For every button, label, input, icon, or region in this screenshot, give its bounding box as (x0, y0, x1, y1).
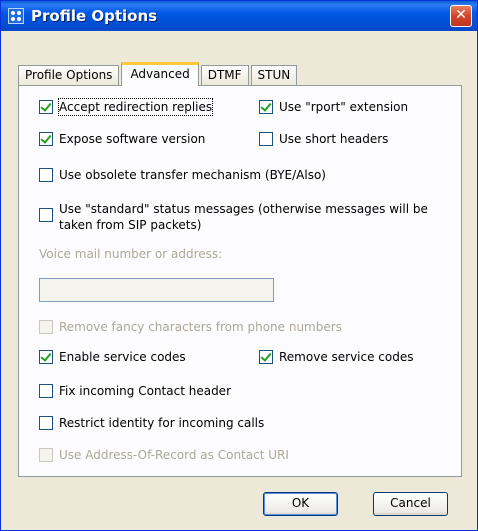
standard-status-checkbox[interactable] (39, 208, 53, 222)
app-icon (8, 8, 24, 24)
accept-redirection-option[interactable]: Accept redirection replies (39, 98, 214, 116)
fix-contact-label: Fix incoming Contact header (59, 384, 231, 398)
title-bar[interactable]: Profile Options ✕ (1, 1, 477, 31)
restrict-identity-checkbox[interactable] (39, 416, 53, 430)
tab-stun[interactable]: STUN (250, 65, 298, 85)
profile-options-dialog: Profile Options ✕ Profile Options Advanc… (0, 0, 478, 531)
obsolete-transfer-checkbox[interactable] (39, 168, 53, 182)
standard-status-label: Use "standard" status messages (otherwis… (59, 202, 428, 232)
enable-service-codes-label: Enable service codes (59, 350, 186, 364)
remove-fancy-checkbox[interactable] (39, 320, 53, 334)
use-aor-option[interactable]: Use Address-Of-Record as Contact URI (39, 447, 289, 463)
standard-status-option[interactable]: Use "standard" status messages (otherwis… (39, 201, 449, 233)
fix-contact-option[interactable]: Fix incoming Contact header (39, 383, 231, 399)
tab-advanced[interactable]: Advanced (121, 62, 199, 86)
expose-version-option[interactable]: Expose software version (39, 131, 205, 147)
advanced-panel: Accept redirection replies Use "rport" e… (18, 85, 462, 477)
tab-profile-options[interactable]: Profile Options (18, 65, 120, 85)
use-rport-checkbox[interactable] (259, 100, 273, 114)
expose-version-label: Expose software version (59, 132, 206, 146)
use-rport-option[interactable]: Use "rport" extension (259, 99, 408, 115)
voicemail-label: Voice mail number or address: (39, 247, 223, 261)
remove-fancy-label: Remove fancy characters from phone numbe… (59, 320, 342, 334)
tab-dtmf[interactable]: DTMF (200, 65, 249, 85)
remove-service-codes-checkbox[interactable] (259, 350, 273, 364)
fix-contact-checkbox[interactable] (39, 384, 53, 398)
use-aor-label: Use Address-Of-Record as Contact URI (59, 448, 289, 462)
enable-service-codes-checkbox[interactable] (39, 350, 53, 364)
remove-service-codes-option[interactable]: Remove service codes (259, 349, 414, 365)
cancel-button[interactable]: Cancel (373, 492, 448, 516)
tab-strip: Profile Options Advanced DTMF STUN (18, 61, 299, 86)
close-button[interactable]: ✕ (450, 5, 472, 27)
restrict-identity-label: Restrict identity for incoming calls (59, 416, 265, 430)
accept-redirection-label: Accept redirection replies (57, 98, 214, 116)
obsolete-transfer-label: Use obsolete transfer mechanism (BYE/Als… (59, 168, 326, 182)
obsolete-transfer-option[interactable]: Use obsolete transfer mechanism (BYE/Als… (39, 167, 326, 183)
accept-redirection-checkbox[interactable] (39, 100, 53, 114)
expose-version-checkbox[interactable] (39, 132, 53, 146)
use-rport-label: Use "rport" extension (279, 100, 409, 114)
voicemail-input[interactable] (39, 278, 274, 302)
remove-fancy-option[interactable]: Remove fancy characters from phone numbe… (39, 319, 342, 335)
ok-button[interactable]: OK (263, 492, 338, 516)
restrict-identity-option[interactable]: Restrict identity for incoming calls (39, 415, 264, 431)
remove-service-codes-label: Remove service codes (279, 350, 414, 364)
short-headers-label: Use short headers (279, 132, 389, 146)
window-title: Profile Options (31, 7, 158, 25)
short-headers-option[interactable]: Use short headers (259, 131, 388, 147)
short-headers-checkbox[interactable] (259, 132, 273, 146)
enable-service-codes-option[interactable]: Enable service codes (39, 349, 186, 365)
use-aor-checkbox[interactable] (39, 448, 53, 462)
